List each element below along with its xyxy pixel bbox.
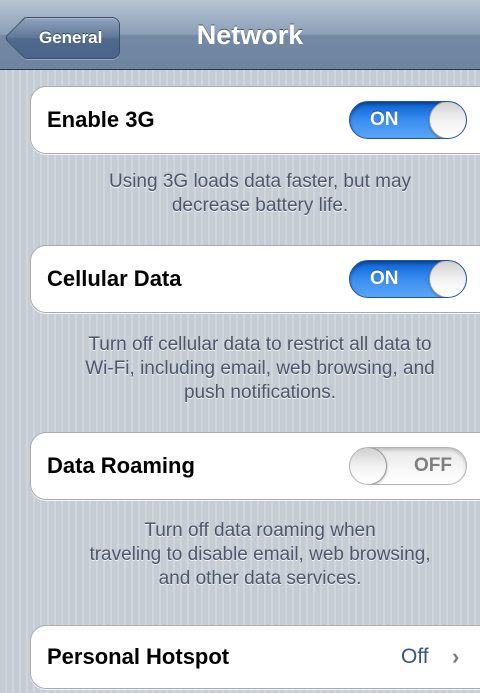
footnote-line: Wi-Fi, including email, web browsing, an… (85, 358, 435, 379)
enable-3g-footnote: Using 3G loads data faster, but may decr… (40, 170, 480, 218)
enable-3g-label: Enable 3G (47, 107, 155, 132)
data-roaming-toggle[interactable]: OFF (349, 447, 467, 485)
toggle-knob (429, 261, 466, 297)
enable-3g-cell: Enable 3G ON (30, 86, 480, 154)
footnote-line: Using 3G loads data faster, but may (108, 171, 412, 192)
navigation-bar: General Network (0, 0, 480, 70)
enable-3g-toggle[interactable]: ON (349, 101, 467, 139)
footnote-line: Turn off data roaming when (144, 520, 376, 541)
toggle-state-text: ON (370, 268, 399, 289)
footnote-line: push notifications. (183, 382, 337, 403)
cellular-data-cell: Cellular Data ON (30, 245, 480, 313)
toggle-state-text: OFF (414, 455, 452, 476)
footnote-line: traveling to disable email, web browsing… (89, 544, 431, 565)
cellular-data-toggle[interactable]: ON (349, 260, 467, 298)
personal-hotspot-cell[interactable]: Personal Hotspot Off › (30, 625, 480, 689)
data-roaming-label: Data Roaming (47, 453, 195, 478)
footnote-line: Turn off cellular data to restrict all d… (88, 334, 432, 355)
toggle-knob (350, 448, 387, 484)
cellular-data-label: Cellular Data (47, 266, 182, 291)
cellular-data-footnote: Turn off cellular data to restrict all d… (40, 333, 480, 405)
data-roaming-cell: Data Roaming OFF (30, 432, 480, 500)
data-roaming-footnote: Turn off data roaming when traveling to … (40, 519, 480, 591)
personal-hotspot-value: Off (401, 645, 429, 668)
personal-hotspot-label: Personal Hotspot (47, 644, 230, 669)
back-button-general[interactable]: General (3, 16, 120, 60)
chevron-right-icon: › (452, 644, 460, 669)
footnote-line: and other data services. (158, 568, 362, 589)
page-title: Network (196, 20, 304, 50)
footnote-line: decrease battery life. (171, 195, 349, 216)
toggle-state-text: ON (370, 109, 399, 130)
back-button-label: General (39, 28, 103, 47)
toggle-knob (429, 102, 466, 138)
